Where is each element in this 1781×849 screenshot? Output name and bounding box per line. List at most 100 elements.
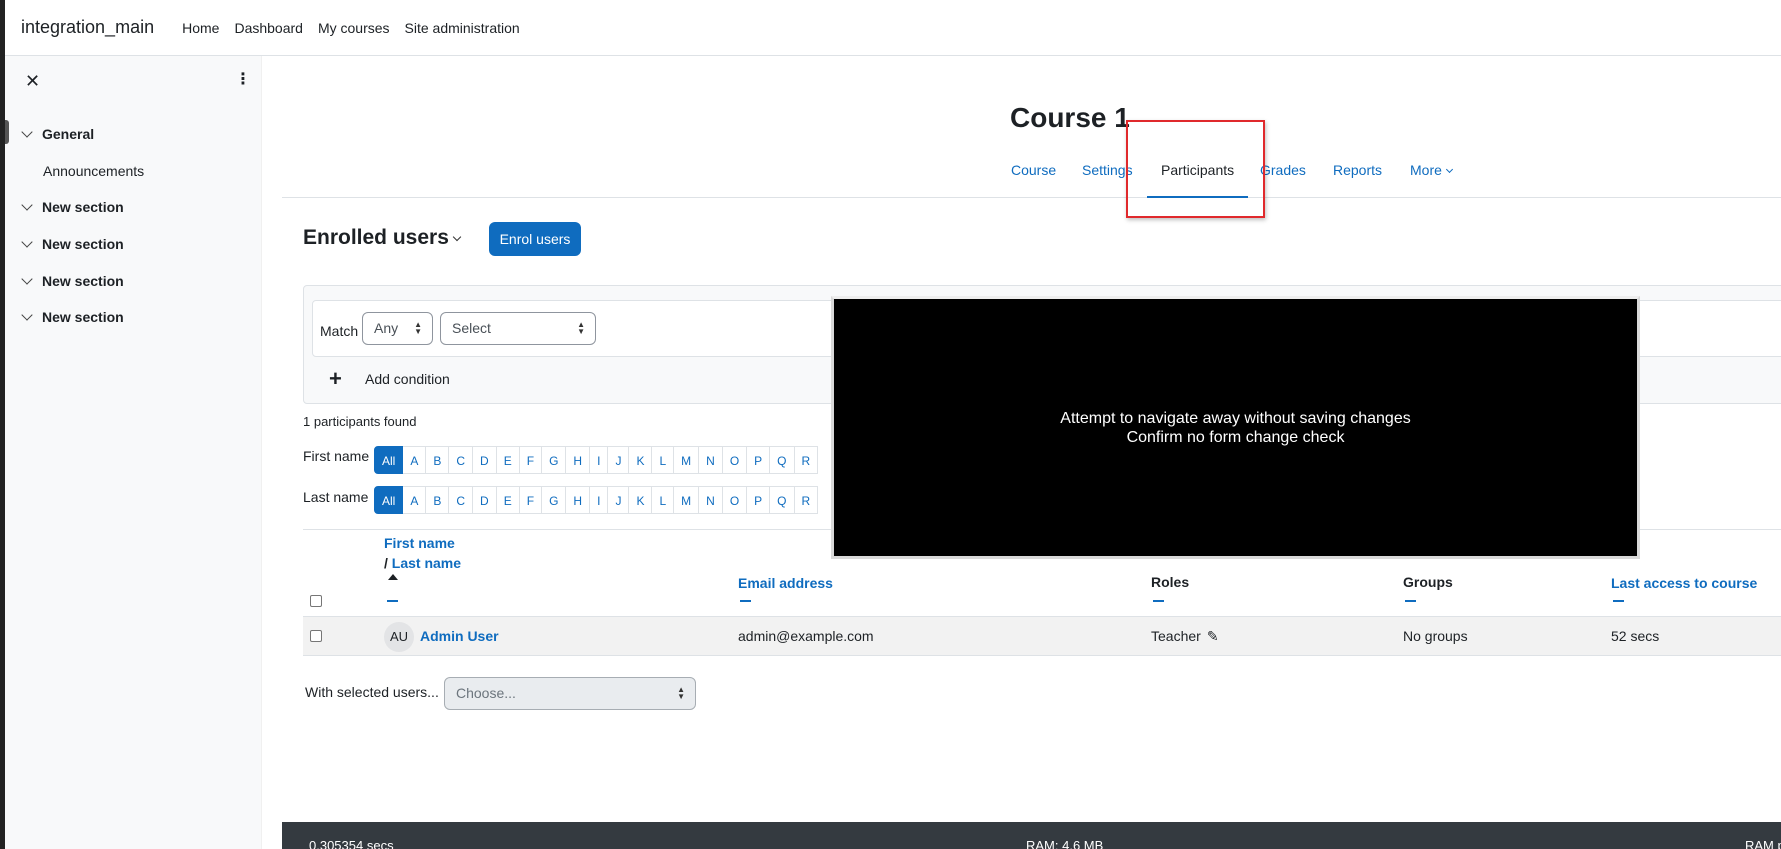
row-select-checkbox[interactable] xyxy=(310,630,322,642)
course-index-section[interactable]: New section xyxy=(5,299,261,336)
primary-nav: Home Dashboard My courses Site administr… xyxy=(182,20,520,36)
nav-site-administration[interactable]: Site administration xyxy=(405,20,520,36)
plus-icon[interactable]: + xyxy=(329,366,342,392)
add-condition-button[interactable]: Add condition xyxy=(365,371,450,387)
chevron-down-icon[interactable] xyxy=(452,232,462,242)
initial-letter[interactable]: C xyxy=(449,446,474,474)
nav-home[interactable]: Home xyxy=(182,20,219,36)
initial-letter[interactable]: E xyxy=(496,446,520,474)
initial-letter[interactable]: I xyxy=(590,486,609,514)
sort-last-name-link[interactable]: Last name xyxy=(392,555,461,571)
sort-first-name-link[interactable]: First name xyxy=(384,535,455,551)
course-index-section-general[interactable]: General xyxy=(5,116,261,153)
hide-column-icon[interactable] xyxy=(740,600,751,602)
nav-my-courses[interactable]: My courses xyxy=(318,20,390,36)
hide-column-icon[interactable] xyxy=(1153,600,1164,602)
initial-letter[interactable]: L xyxy=(652,446,675,474)
last-name-initials-label: Last name xyxy=(303,489,369,505)
select-all-checkbox[interactable] xyxy=(310,595,322,607)
navigation-warning-overlay: Attempt to navigate away without saving … xyxy=(831,296,1640,559)
initial-letter[interactable]: D xyxy=(473,486,497,514)
with-selected-placeholder: Choose... xyxy=(456,685,516,701)
tab-reports[interactable]: Reports xyxy=(1319,152,1396,198)
initial-letter[interactable]: B xyxy=(426,486,450,514)
course-index-section[interactable]: New section xyxy=(5,262,261,299)
enrol-users-button[interactable]: Enrol users xyxy=(489,222,581,256)
participant-name-link[interactable]: Admin User xyxy=(420,628,499,644)
initial-letter[interactable]: N xyxy=(699,446,723,474)
initial-letter[interactable]: N xyxy=(699,486,723,514)
match-select[interactable]: Any ▲ ▼ xyxy=(362,312,433,345)
course-index-section[interactable]: New section xyxy=(5,189,261,226)
filter-type-select-value: Select xyxy=(452,320,491,336)
initial-letter[interactable]: F xyxy=(519,486,543,514)
initial-letter[interactable]: B xyxy=(426,446,450,474)
initial-letter[interactable]: G xyxy=(542,486,567,514)
initial-letter[interactable]: R xyxy=(794,486,819,514)
with-selected-select[interactable]: Choose... ▲ ▼ xyxy=(444,677,696,710)
participants-count: 1 participants found xyxy=(303,414,417,429)
enrolled-users-heading[interactable]: Enrolled users xyxy=(303,226,449,250)
overlay-message: Attempt to navigate away without saving … xyxy=(834,409,1637,447)
initial-letter[interactable]: G xyxy=(542,446,567,474)
tab-more[interactable]: More xyxy=(1396,152,1466,198)
tab-course[interactable]: Course xyxy=(997,152,1070,198)
initial-letter[interactable]: F xyxy=(519,446,543,474)
initial-letter[interactable]: E xyxy=(496,486,520,514)
participant-role-cell: Teacher ✎ xyxy=(1151,628,1219,645)
initial-letter[interactable]: Q xyxy=(770,486,795,514)
hide-column-icon[interactable] xyxy=(387,600,398,602)
initial-letter[interactable]: O xyxy=(722,446,748,474)
initial-letter[interactable]: P xyxy=(747,486,771,514)
hide-column-icon[interactable] xyxy=(1405,600,1416,602)
name-separator: / xyxy=(384,555,392,571)
pencil-icon[interactable]: ✎ xyxy=(1207,628,1219,645)
initial-letter[interactable]: D xyxy=(473,446,497,474)
close-icon[interactable]: ✕ xyxy=(25,71,40,92)
tab-settings[interactable]: Settings xyxy=(1068,152,1147,198)
initial-letter[interactable]: H xyxy=(566,486,591,514)
initial-letter[interactable]: P xyxy=(747,446,771,474)
last-name-initials-bar: All A B C D E F G H I J K L M N O P Q R xyxy=(374,486,819,514)
initial-all[interactable]: All xyxy=(374,486,404,514)
initial-letter[interactable]: K xyxy=(629,446,653,474)
page-title: Course 1 xyxy=(1010,102,1130,133)
initial-letter[interactable]: A xyxy=(403,446,427,474)
site-brand[interactable]: integration_main xyxy=(21,17,154,38)
filter-type-select[interactable]: Select ▲ ▼ xyxy=(440,312,596,345)
overlay-line-2: Confirm no form change check xyxy=(1126,429,1345,446)
tab-grades[interactable]: Grades xyxy=(1246,152,1320,198)
chevron-down-icon xyxy=(1445,165,1453,174)
sort-last-access-link[interactable]: Last access to course xyxy=(1611,575,1757,591)
top-navbar: integration_main Home Dashboard My cours… xyxy=(5,0,1781,56)
initial-letter[interactable]: J xyxy=(608,486,630,514)
sort-email-link[interactable]: Email address xyxy=(738,575,833,591)
section-label: General xyxy=(42,126,95,143)
initial-all[interactable]: All xyxy=(374,446,404,474)
footer-ram: RAM: 4.6 MB xyxy=(1026,838,1104,849)
footer-time: 0.305354 secs xyxy=(309,838,394,849)
initial-letter[interactable]: C xyxy=(449,486,474,514)
initial-letter[interactable]: K xyxy=(629,486,653,514)
initial-letter[interactable]: M xyxy=(674,446,700,474)
course-index-drawer: ✕ ⋮ General Announcements New section Ne… xyxy=(5,56,262,849)
header-first-name: First name xyxy=(384,535,455,551)
initial-letter[interactable]: A xyxy=(403,486,427,514)
tab-more-label: More xyxy=(1410,162,1442,178)
initial-letter[interactable]: L xyxy=(652,486,675,514)
nav-dashboard[interactable]: Dashboard xyxy=(234,20,303,36)
initial-letter[interactable]: J xyxy=(608,446,630,474)
hide-column-icon[interactable] xyxy=(1613,600,1624,602)
initial-letter[interactable]: R xyxy=(794,446,819,474)
course-index-activity-announcements[interactable]: Announcements xyxy=(5,153,261,190)
initial-letter[interactable]: I xyxy=(590,446,609,474)
course-index-section[interactable]: New section xyxy=(5,226,261,263)
first-name-initials-bar: All A B C D E F G H I J K L M N O P Q R xyxy=(374,446,819,474)
kebab-icon[interactable]: ⋮ xyxy=(235,72,251,88)
initial-letter[interactable]: O xyxy=(722,486,748,514)
initial-letter[interactable]: Q xyxy=(770,446,795,474)
chevron-down-icon xyxy=(21,199,33,212)
initial-letter[interactable]: M xyxy=(674,486,700,514)
tab-participants[interactable]: Participants xyxy=(1147,152,1249,198)
initial-letter[interactable]: H xyxy=(566,446,591,474)
